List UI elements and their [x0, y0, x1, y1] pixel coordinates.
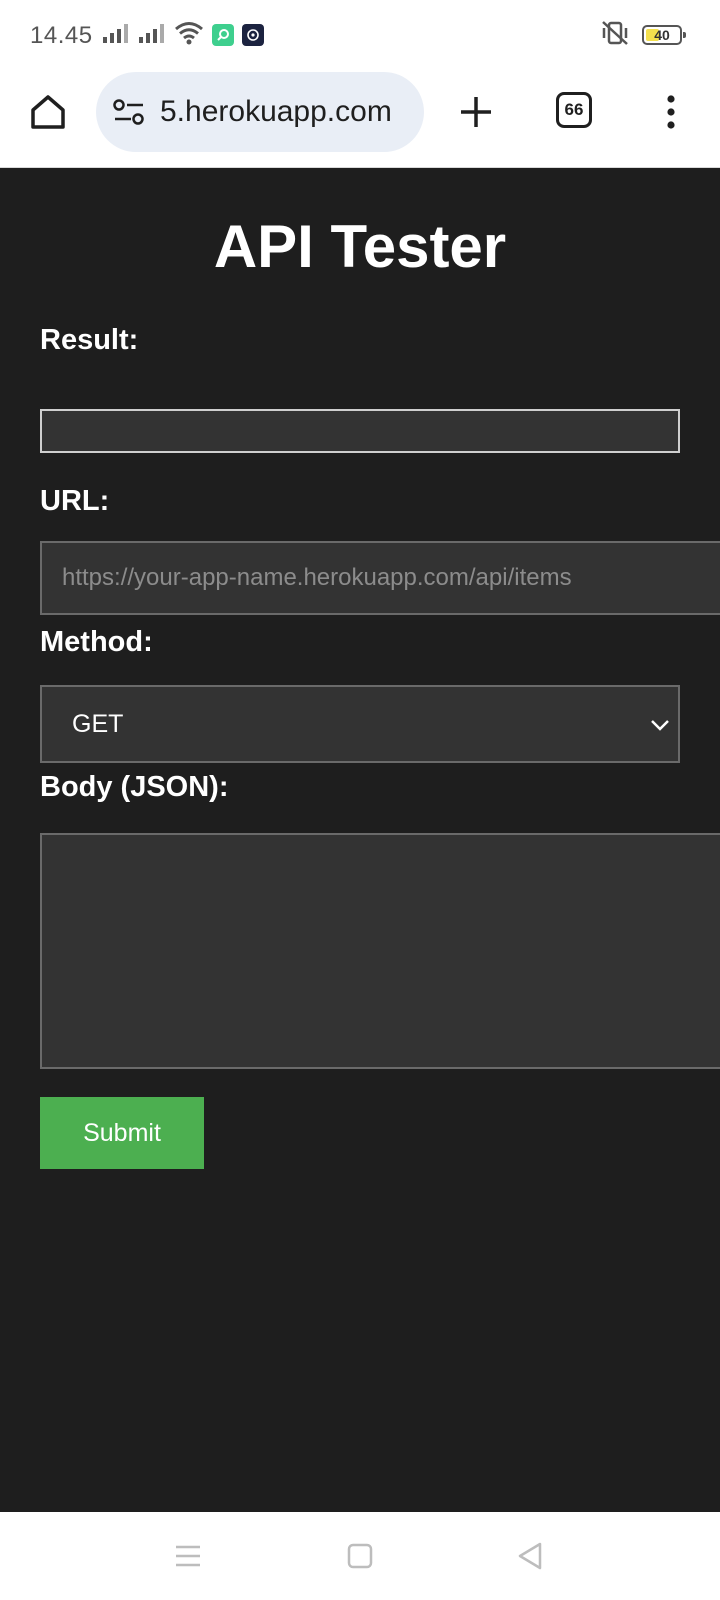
status-bar: 14.45 40	[0, 0, 720, 70]
battery-tip	[683, 32, 686, 38]
status-right-icons: 40	[600, 20, 686, 51]
body-json-input[interactable]	[40, 833, 720, 1069]
status-left-icons	[102, 21, 264, 50]
result-output	[40, 409, 680, 453]
method-label: Method:	[40, 626, 153, 658]
chevron-down-icon	[648, 713, 672, 737]
back-button[interactable]	[514, 1540, 546, 1572]
submit-button[interactable]: Submit	[40, 1097, 204, 1169]
more-vert-icon	[667, 95, 675, 129]
more-menu-button[interactable]	[656, 90, 686, 134]
page-content: API Tester Result: URL: Method: GET Body…	[0, 168, 720, 1512]
home-nav-button[interactable]	[344, 1540, 376, 1572]
recent-apps-button[interactable]	[172, 1540, 204, 1572]
body-label: Body (JSON):	[40, 771, 229, 803]
signal-icon	[102, 22, 130, 49]
new-tab-button[interactable]	[454, 90, 498, 134]
address-bar[interactable]: 5.herokuapp.com	[96, 72, 424, 152]
browser-toolbar: 5.herokuapp.com 66	[0, 70, 720, 168]
signal-icon	[138, 22, 166, 49]
tabs-button[interactable]: 66	[556, 92, 592, 128]
address-bar-url[interactable]: 5.herokuapp.com	[160, 95, 392, 129]
vibrate-mute-icon	[600, 20, 630, 51]
tab-count: 66	[564, 100, 584, 119]
home-icon	[31, 95, 65, 129]
page-title: API Tester	[213, 213, 507, 280]
url-input[interactable]	[40, 541, 720, 615]
navigation-bar	[0, 1512, 720, 1600]
site-settings-icon[interactable]	[112, 95, 146, 129]
home-button[interactable]	[26, 90, 70, 134]
method-selected-value: GET	[72, 709, 124, 738]
recent-apps-icon	[176, 1545, 200, 1567]
back-icon	[518, 1542, 542, 1570]
home-nav-icon	[347, 1543, 373, 1569]
result-label: Result:	[40, 324, 139, 356]
app-notification-icon	[242, 24, 264, 46]
plus-icon	[461, 97, 491, 127]
status-time: 14.45	[30, 22, 93, 49]
app-notification-icon	[212, 24, 234, 46]
battery-level: 40	[654, 27, 670, 43]
url-label: URL:	[40, 485, 110, 517]
method-select[interactable]: GET	[40, 685, 680, 763]
battery-icon: 40	[642, 25, 686, 45]
wifi-icon	[174, 21, 204, 50]
